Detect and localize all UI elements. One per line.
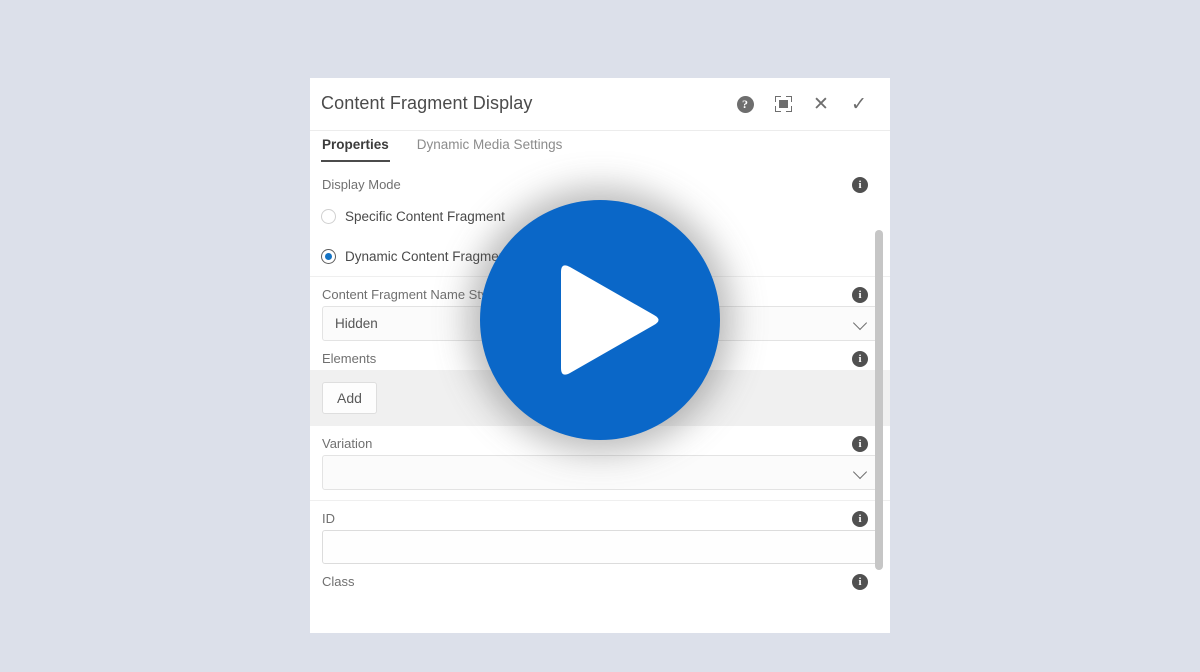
radio-label-dynamic-content-fragment: Dynamic Content Fragment [345, 248, 511, 264]
elements-info-icon[interactable]: i [852, 351, 868, 367]
class-label: Class [322, 574, 355, 589]
form-scrollbar-thumb[interactable] [875, 230, 883, 570]
confirm-button[interactable]: ✓ [840, 89, 878, 119]
id-info-icon[interactable]: i [852, 511, 868, 527]
variation-info-icon[interactable]: i [852, 436, 868, 452]
field-id: ID i [310, 501, 890, 564]
close-button[interactable]: ✕ [802, 89, 840, 119]
radio-button-checked[interactable] [321, 248, 336, 264]
form-scrollbar-track[interactable] [875, 167, 883, 633]
help-button[interactable]: ? [726, 89, 764, 119]
tab-dynamic-media-settings[interactable]: Dynamic Media Settings [416, 131, 564, 162]
class-info-icon[interactable]: i [852, 574, 868, 590]
radio-button-unchecked[interactable] [321, 208, 336, 224]
dialog-tabs: Properties Dynamic Media Settings [310, 131, 890, 167]
id-input[interactable] [322, 530, 878, 564]
fullscreen-icon [774, 96, 792, 112]
dialog-titlebar: Content Fragment Display ? ✕ ✓ [310, 78, 890, 131]
dialog-title: Content Fragment Display [321, 93, 533, 113]
dialog-title-actions: ? ✕ ✓ [726, 89, 878, 119]
fullscreen-button[interactable] [764, 89, 802, 119]
chevron-down-icon [852, 315, 868, 330]
field-display-mode: Display Mode i [310, 167, 890, 196]
help-icon: ? [736, 95, 754, 113]
chevron-down-icon [852, 464, 868, 479]
name-styling-value: Hidden [335, 316, 378, 331]
tab-properties[interactable]: Properties [321, 131, 390, 162]
display-mode-label: Display Mode [322, 177, 401, 192]
variation-select[interactable] [322, 455, 878, 490]
play-button[interactable] [480, 200, 720, 440]
check-icon: ✓ [851, 93, 867, 115]
add-element-button[interactable]: Add [322, 382, 377, 414]
name-styling-info-icon[interactable]: i [852, 287, 868, 303]
field-class: Class i [310, 564, 890, 593]
close-icon: ✕ [813, 93, 829, 115]
id-label: ID [322, 511, 335, 526]
radio-label-specific-content-fragment: Specific Content Fragment [345, 208, 505, 224]
display-mode-info-icon[interactable]: i [852, 177, 868, 193]
